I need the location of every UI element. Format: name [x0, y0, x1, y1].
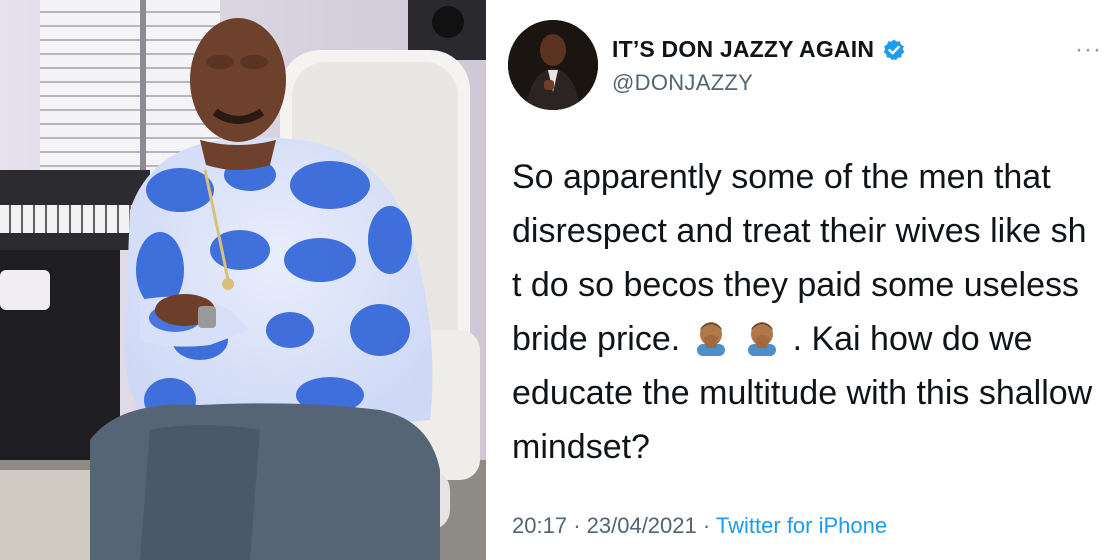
tweet-card: IT’S DON JAZZY AGAIN @DONJAZZY ··· So ap… — [486, 0, 1120, 560]
profile-avatar[interactable] — [508, 20, 598, 110]
tweet-date[interactable]: 23/04/2021 — [587, 513, 697, 538]
verified-badge-icon — [883, 39, 905, 60]
tweet-text: So apparently some of the men that disre… — [512, 150, 1102, 474]
display-name[interactable]: IT’S DON JAZZY AGAIN — [612, 36, 874, 63]
user-handle[interactable]: @DONJAZZY — [612, 70, 753, 96]
meta-separator: · — [573, 513, 581, 538]
avatar-image — [508, 20, 598, 110]
portrait-photo — [0, 0, 486, 560]
more-options-icon[interactable]: ··· — [1075, 38, 1102, 62]
tweet-source-link[interactable]: Twitter for iPhone — [716, 513, 887, 538]
tweet-meta: 20:17 · 23/04/2021 · Twitter for iPhone — [512, 513, 887, 539]
studio-scene — [0, 0, 486, 560]
meta-separator: · — [702, 513, 711, 538]
man-facepalming-icon — [696, 322, 725, 356]
author-name-row[interactable]: IT’S DON JAZZY AGAIN — [612, 36, 906, 63]
tweet-time[interactable]: 20:17 — [512, 513, 567, 538]
man-facepalming-icon — [748, 322, 777, 356]
